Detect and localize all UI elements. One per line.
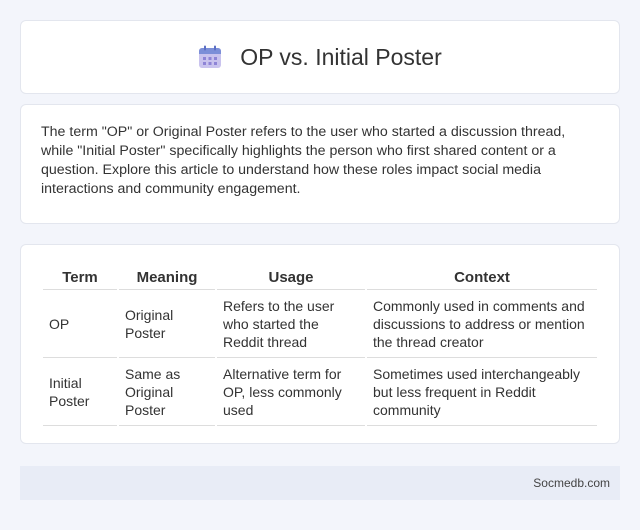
cell-context: Commonly used in comments and discussion… — [367, 290, 597, 358]
cell-meaning: Same as Original Poster — [119, 358, 215, 426]
footer-site-name: Socmedb.com — [533, 476, 610, 490]
table-row: Initial Poster Same as Original Poster A… — [43, 358, 597, 426]
column-header-usage: Usage — [217, 265, 365, 290]
cell-context: Sometimes used interchangeably but less … — [367, 358, 597, 426]
cell-term: Initial Poster — [43, 358, 117, 426]
cell-meaning: Original Poster — [119, 290, 215, 358]
column-header-context: Context — [367, 265, 597, 290]
footer: Socmedb.com — [20, 466, 620, 500]
calendar-icon — [198, 45, 222, 69]
column-header-meaning: Meaning — [119, 265, 215, 290]
cell-usage: Refers to the user who started the Reddi… — [217, 290, 365, 358]
table-card: Term Meaning Usage Context OP Original P… — [20, 244, 620, 444]
intro-paragraph: The term "OP" or Original Poster refers … — [41, 124, 566, 197]
page-title: OP vs. Initial Poster — [240, 43, 442, 70]
column-header-term: Term — [43, 265, 117, 290]
comparison-table: Term Meaning Usage Context OP Original P… — [41, 265, 599, 426]
table-header-row: Term Meaning Usage Context — [43, 265, 597, 290]
cell-usage: Alternative term for OP, less commonly u… — [217, 358, 365, 426]
intro-card: The term "OP" or Original Poster refers … — [20, 104, 620, 224]
title-card: OP vs. Initial Poster — [20, 20, 620, 94]
table-row: OP Original Poster Refers to the user wh… — [43, 290, 597, 358]
cell-term: OP — [43, 290, 117, 358]
